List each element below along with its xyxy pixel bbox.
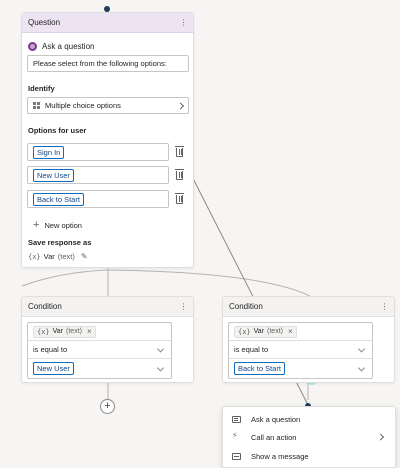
- condition-node-header[interactable]: Condition ⋮: [22, 297, 193, 317]
- option-chip: Sign In: [33, 145, 65, 159]
- condition-title: Condition: [229, 302, 263, 311]
- question-node-header[interactable]: Question ⋮: [22, 13, 193, 33]
- variable-name: Var: [52, 328, 64, 335]
- menu-item-label: Ask a question: [251, 414, 301, 424]
- new-option-label: New option: [44, 220, 82, 230]
- operator-value: is equal to: [33, 345, 68, 354]
- chevron-right-icon: [176, 101, 185, 110]
- question-node[interactable]: Question ⋮ Ask a question Please select …: [21, 12, 194, 268]
- option-chip: New User: [33, 168, 74, 182]
- condition-variable-row[interactable]: {x} Var (text) ×: [28, 323, 171, 341]
- branch-line-curve-right: [107, 269, 311, 297]
- condition-node-1[interactable]: Condition ⋮ {x} Var (text) × is equal to…: [21, 296, 194, 383]
- menu-item-label: Show a message: [251, 451, 309, 461]
- delete-option-icon[interactable]: [175, 169, 184, 180]
- save-variable-pill[interactable]: {x} Var (text) ✎: [28, 252, 88, 261]
- variable-icon: {x}: [37, 327, 50, 336]
- variable-type: (text): [57, 252, 75, 261]
- chevron-down-icon: [357, 344, 366, 353]
- variable-tag[interactable]: {x} Var (text) ×: [33, 325, 96, 338]
- chevron-down-icon: [156, 344, 165, 353]
- multiple-choice-icon: [33, 102, 40, 109]
- options-label: Options for user: [28, 126, 87, 135]
- operator-select[interactable]: is equal to: [28, 341, 171, 359]
- branch-line-curve-left: [21, 269, 109, 287]
- edit-pencil-icon[interactable]: ✎: [81, 252, 88, 261]
- condition-node-2[interactable]: Condition ⋮ {x} Var (text) × is equal to…: [222, 296, 395, 383]
- question-action-title: Ask a question: [42, 41, 95, 51]
- option-input-2[interactable]: New User: [27, 166, 169, 184]
- variable-tag[interactable]: {x} Var (text) ×: [234, 325, 297, 338]
- value-select[interactable]: New User: [28, 359, 171, 378]
- identify-label: Identify: [28, 84, 55, 93]
- operator-value: is equal to: [234, 345, 269, 354]
- condition-expression: {x} Var (text) × is equal to New User: [27, 322, 172, 379]
- question-node-title: Question: [28, 18, 61, 27]
- question-prompt-text: Please select from the following options…: [33, 59, 167, 68]
- condition-title: Condition: [28, 302, 62, 311]
- menu-item-show-message[interactable]: Show a message: [223, 447, 395, 465]
- more-options-icon[interactable]: ⋮: [380, 302, 389, 311]
- remove-variable-icon[interactable]: ×: [87, 327, 92, 336]
- option-chip: Back to Start: [33, 192, 84, 206]
- chevron-right-icon: [376, 433, 385, 441]
- more-options-icon[interactable]: ⋮: [179, 302, 188, 311]
- identify-select[interactable]: Multiple choice options: [27, 97, 189, 114]
- more-options-icon[interactable]: ⋮: [179, 18, 188, 27]
- menu-item-call-action[interactable]: Call an action: [223, 428, 395, 446]
- variable-type: (text): [66, 328, 82, 335]
- lightning-icon: [232, 431, 241, 442]
- operator-select[interactable]: is equal to: [229, 341, 372, 359]
- delete-option-icon[interactable]: [175, 193, 184, 204]
- plus-icon: +: [33, 219, 40, 231]
- question-prompt-input[interactable]: Please select from the following options…: [27, 55, 189, 72]
- menu-item-label: Call an action: [251, 432, 297, 442]
- value-chip: New User: [33, 362, 74, 375]
- plus-icon: +: [104, 400, 111, 412]
- question-form-icon: [232, 415, 241, 423]
- condition-variable-row[interactable]: {x} Var (text) ×: [229, 323, 372, 341]
- variable-name: Var: [43, 252, 55, 261]
- message-icon: [232, 452, 241, 460]
- delete-option-icon[interactable]: [175, 146, 184, 157]
- chevron-down-icon: [357, 363, 366, 372]
- value-chip: Back to Start: [234, 362, 285, 375]
- add-node-button[interactable]: +: [100, 399, 115, 414]
- variable-name: Var: [253, 328, 265, 335]
- remove-variable-icon[interactable]: ×: [288, 327, 293, 336]
- value-select[interactable]: Back to Start: [229, 359, 372, 378]
- identify-value: Multiple choice options: [45, 101, 121, 110]
- save-response-label: Save response as: [28, 238, 92, 247]
- option-input-1[interactable]: Sign In: [27, 143, 169, 161]
- condition-expression: {x} Var (text) × is equal to Back to Sta…: [228, 322, 373, 379]
- new-option-button[interactable]: + New option: [33, 219, 82, 231]
- condition-node-header[interactable]: Condition ⋮: [223, 297, 394, 317]
- chevron-down-icon: [156, 363, 165, 372]
- variable-icon: {x}: [238, 327, 251, 336]
- add-node-menu: Ask a question Call an action Show a mes…: [222, 406, 396, 468]
- variable-icon: {x}: [28, 252, 41, 261]
- menu-item-ask-question[interactable]: Ask a question: [223, 410, 395, 428]
- question-icon: [28, 41, 37, 51]
- variable-type: (text): [267, 328, 283, 335]
- option-input-3[interactable]: Back to Start: [27, 190, 169, 208]
